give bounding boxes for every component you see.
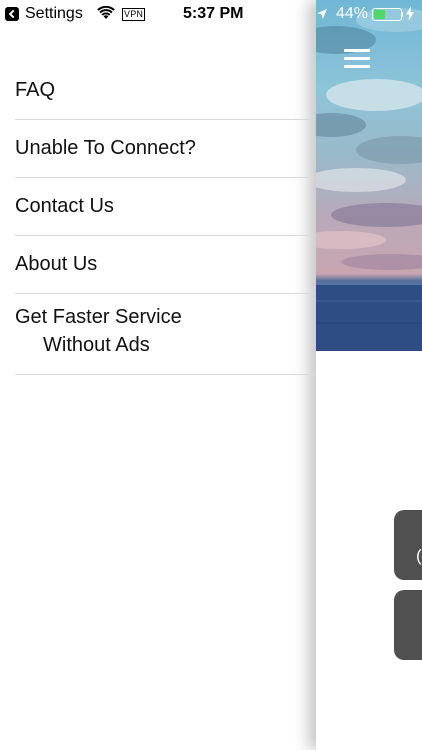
charging-bolt-icon <box>406 6 414 21</box>
menu-item-label-line1: Get Faster Service <box>15 306 182 328</box>
navigation-drawer: FAQ Unable To Connect? Contact Us About … <box>0 62 316 375</box>
back-to-app-label[interactable]: Settings <box>25 0 83 28</box>
hamburger-menu-icon[interactable] <box>342 46 372 72</box>
status-time: 5:37 PM <box>183 5 244 22</box>
battery-percent: 44% <box>336 5 369 22</box>
secondary-action-button[interactable] <box>394 590 422 660</box>
battery-icon <box>372 8 402 21</box>
menu-item-unable-to-connect[interactable]: Unable To Connect? <box>15 120 316 178</box>
menu-item-label: About Us <box>15 253 98 275</box>
connect-button-label: ( <box>416 546 422 565</box>
app-screen: ( Settings VPN 5:37 PM 44% FAQ Unable To… <box>0 0 422 750</box>
menu-item-label-line2: Without Ads <box>43 334 150 356</box>
battery-cap <box>401 12 403 17</box>
menu-line <box>344 65 370 68</box>
menu-item-label: Unable To Connect? <box>15 137 196 159</box>
menu-item-faster-service[interactable]: Get Faster Service Without Ads <box>15 294 316 375</box>
menu-line <box>344 49 370 52</box>
menu-item-about-us[interactable]: About Us <box>15 236 316 294</box>
menu-item-contact-us[interactable]: Contact Us <box>15 178 316 236</box>
status-bar: Settings VPN 5:37 PM 44% <box>0 0 422 28</box>
main-content-panel[interactable]: ( <box>316 0 422 750</box>
connect-button[interactable]: ( <box>394 510 422 580</box>
location-arrow-icon <box>317 9 327 19</box>
menu-item-faq[interactable]: FAQ <box>15 62 316 120</box>
battery-level-fill <box>374 10 385 19</box>
menu-line <box>344 57 370 60</box>
menu-item-label: FAQ <box>15 79 56 101</box>
vpn-indicator: VPN <box>122 8 146 21</box>
menu-item-label: Contact Us <box>15 195 114 217</box>
back-arrow-icon[interactable] <box>5 7 19 21</box>
wifi-icon <box>97 6 115 19</box>
